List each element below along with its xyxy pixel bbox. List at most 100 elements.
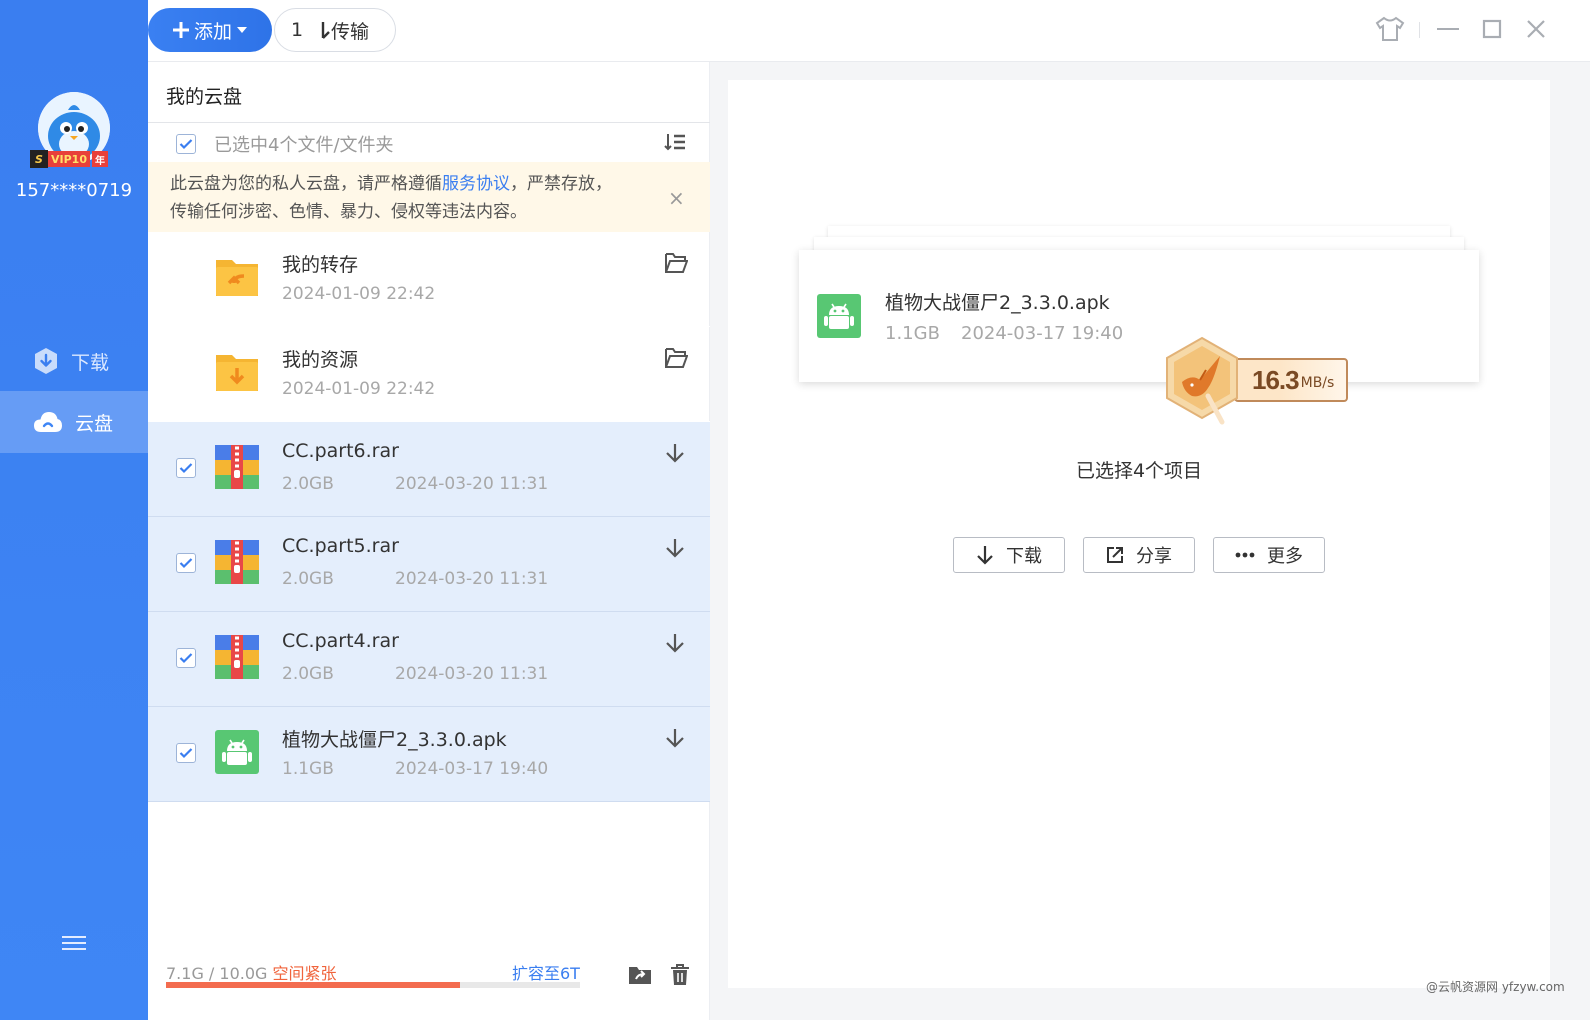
list-item[interactable]: CC.part4.rar 2.0GB 2024-03-20 11:31 xyxy=(148,612,710,707)
file-size: 2.0GB xyxy=(282,569,334,589)
notice-text-tail: ，严禁存放， xyxy=(510,174,612,194)
minimize-icon[interactable] xyxy=(1432,14,1464,44)
row-checkbox[interactable] xyxy=(176,458,196,478)
row-checkbox[interactable] xyxy=(176,743,196,763)
breadcrumb[interactable]: 我的云盘 xyxy=(166,82,242,109)
maximize-icon[interactable] xyxy=(1476,14,1508,44)
rar-archive-icon xyxy=(215,635,259,679)
file-list: 我的转存 2024-01-09 22:42 我的资源 2024-01-09 22… xyxy=(148,232,710,802)
file-name: CC.part5.rar xyxy=(282,535,399,557)
share-button-label: 分享 xyxy=(1136,546,1172,567)
download-arrow-icon[interactable] xyxy=(664,442,686,464)
more-dots-icon xyxy=(1235,552,1255,558)
file-name: 我的资源 xyxy=(282,349,359,371)
speed-unit: MB/s xyxy=(1300,375,1335,391)
storage-used-text: 7.1G / 10.0G xyxy=(166,964,268,983)
storage-warning: 空间紧张 xyxy=(272,964,337,983)
download-arrow-icon[interactable] xyxy=(664,632,686,654)
more-button-label: 更多 xyxy=(1267,546,1303,567)
selection-count-text: 已选中4个文件/文件夹 xyxy=(214,135,394,156)
list-item[interactable]: CC.part5.rar 2.0GB 2024-03-20 11:31 xyxy=(148,517,710,612)
notice-text-line2: 传输任何涉密、色情、暴力、侵权等违法内容。 xyxy=(170,202,527,222)
file-date: 2024-03-20 11:31 xyxy=(395,569,549,589)
rar-archive-icon xyxy=(215,540,259,584)
expand-storage-link[interactable]: 扩容至6T xyxy=(512,960,580,984)
skin-tshirt-icon[interactable] xyxy=(1374,14,1406,44)
vip-badge[interactable]: S VIP10 年 xyxy=(30,150,108,168)
sidebar: S VIP10 年 157****0719 下载 云盘 xyxy=(0,0,148,1020)
cloud-icon xyxy=(34,412,62,432)
file-name: CC.part6.rar xyxy=(282,440,399,462)
hummingbird-accelerator-icon xyxy=(1166,336,1238,425)
file-date: 2024-03-20 11:31 xyxy=(395,474,549,494)
android-apk-icon xyxy=(215,730,259,774)
transfer-count: 1 xyxy=(291,19,304,41)
toolbar: 添加 1 传输 xyxy=(148,0,1590,62)
file-list-panel: 我的云盘 已选中4个文件/文件夹 此云盘为您的私人云盘，请严格遵循服务协议，严禁… xyxy=(148,62,710,1020)
service-agreement-link[interactable]: 服务协议 xyxy=(442,174,510,194)
download-button-label: 下载 xyxy=(1006,546,1042,567)
plus-icon xyxy=(172,22,189,38)
file-name: 植物大战僵尸2_3.3.0.apk xyxy=(282,729,507,751)
move-to-folder-icon[interactable] xyxy=(628,964,652,986)
file-size: 1.1GB xyxy=(282,759,334,779)
vip-year-label: 年 xyxy=(91,151,108,167)
storage-usage: 7.1G / 10.0G 空间紧张 xyxy=(166,960,337,984)
download-arrow-icon xyxy=(977,546,993,565)
sidebar-item-download[interactable]: 下载 xyxy=(0,330,148,392)
sidebar-item-cloud[interactable]: 云盘 xyxy=(0,391,148,453)
vip-s-icon: S xyxy=(30,150,48,168)
selection-bar: 已选中4个文件/文件夹 xyxy=(148,122,710,162)
folder-resource-icon xyxy=(216,355,258,391)
android-apk-icon xyxy=(817,294,861,338)
download-arrow-icon[interactable] xyxy=(664,537,686,559)
trash-icon[interactable] xyxy=(670,964,690,986)
folder-transfer-icon xyxy=(216,260,258,296)
file-date: 2024-03-17 19:40 xyxy=(395,759,549,779)
open-folder-icon[interactable] xyxy=(664,347,688,369)
select-all-checkbox[interactable] xyxy=(176,134,196,154)
more-button[interactable]: 更多 xyxy=(1213,537,1325,573)
transfer-button[interactable]: 1 传输 xyxy=(274,8,396,52)
file-date: 2024-01-09 22:42 xyxy=(282,284,436,304)
list-item[interactable]: 我的转存 2024-01-09 22:42 xyxy=(148,232,710,327)
notice-text: 此云盘为您的私人云盘，请严格遵循 xyxy=(170,174,442,194)
row-checkbox[interactable] xyxy=(176,553,196,573)
list-item[interactable]: CC.part6.rar 2.0GB 2024-03-20 11:31 xyxy=(148,422,710,517)
list-item[interactable]: 我的资源 2024-01-09 22:42 xyxy=(148,327,710,422)
download-speed-badge[interactable]: 16.3 MB/s xyxy=(1162,336,1352,428)
app-window: S VIP10 年 157****0719 下载 云盘 添加 1 传输 我的云盘… xyxy=(0,0,1590,1020)
open-folder-icon[interactable] xyxy=(664,252,688,274)
preview-file-size: 1.1GB xyxy=(885,323,940,344)
notice-close-icon[interactable]: × xyxy=(668,184,685,212)
sidebar-item-label: 云盘 xyxy=(75,412,114,435)
add-button[interactable]: 添加 xyxy=(148,8,272,52)
download-shield-icon xyxy=(35,348,57,374)
sort-icon[interactable] xyxy=(664,133,686,151)
share-external-icon xyxy=(1107,547,1123,563)
add-button-label: 添加 xyxy=(193,20,232,43)
menu-icon[interactable] xyxy=(62,932,86,954)
selection-summary: 已选择4个项目 xyxy=(1075,460,1203,482)
watermark: @云帆资源网 yfzyw.com xyxy=(1426,980,1565,994)
speed-value: 16.3 xyxy=(1252,364,1300,395)
file-name: 我的转存 xyxy=(282,254,359,276)
file-date: 2024-01-09 22:42 xyxy=(282,379,436,399)
selected-file-preview: 植物大战僵尸2_3.3.0.apk 1.1GB 2024-03-17 19:40 xyxy=(799,250,1479,382)
list-item[interactable]: 植物大战僵尸2_3.3.0.apk 1.1GB 2024-03-17 19:40 xyxy=(148,707,710,802)
file-date: 2024-03-20 11:31 xyxy=(395,664,549,684)
close-icon[interactable] xyxy=(1520,14,1552,44)
file-size: 2.0GB xyxy=(282,664,334,684)
transfer-arrow-icon xyxy=(321,22,330,39)
username: 157****0719 xyxy=(15,180,133,201)
speed-readout: 16.3 MB/s xyxy=(1234,358,1348,402)
file-size: 2.0GB xyxy=(282,474,334,494)
file-name: CC.part4.rar xyxy=(282,630,399,652)
rar-archive-icon xyxy=(215,445,259,489)
download-arrow-icon[interactable] xyxy=(664,727,686,749)
row-checkbox[interactable] xyxy=(176,648,196,668)
share-button[interactable]: 分享 xyxy=(1083,537,1195,573)
preview-file-name: 植物大战僵尸2_3.3.0.apk xyxy=(885,292,1110,314)
download-button[interactable]: 下载 xyxy=(953,537,1065,573)
vip-level-label: VIP10 xyxy=(48,151,90,167)
